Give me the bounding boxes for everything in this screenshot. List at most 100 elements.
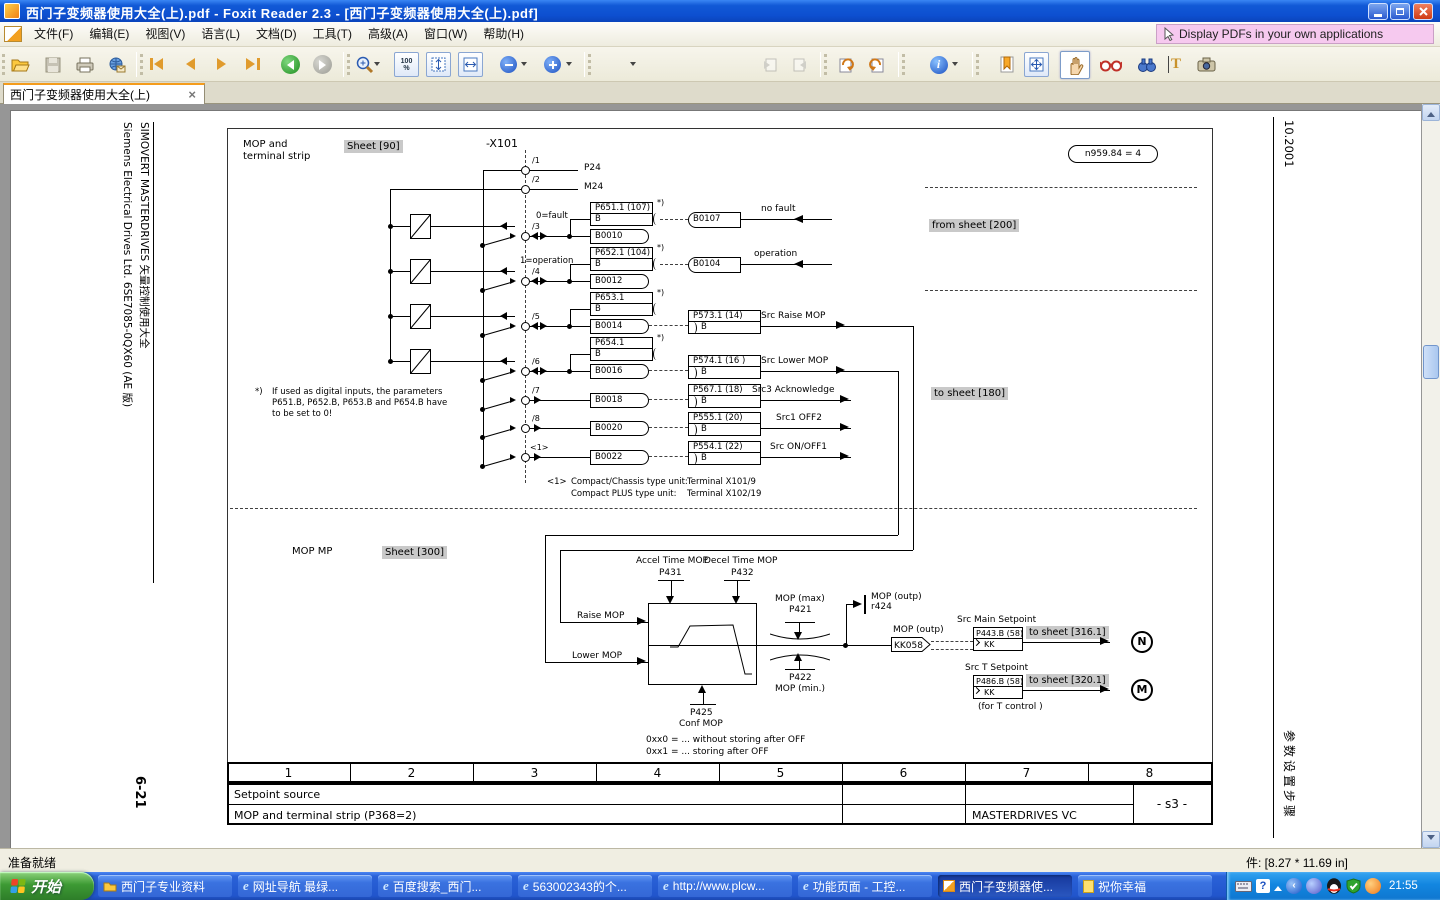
wire: [483, 170, 484, 466]
arrow: [510, 454, 516, 460]
arrow: [531, 367, 538, 375]
text-tool-button[interactable]: T: [1162, 52, 1187, 77]
info-button[interactable]: i: [926, 52, 951, 77]
start-button[interactable]: 开始: [0, 872, 94, 900]
help-tray-icon[interactable]: ?: [1256, 879, 1270, 893]
find-next-button[interactable]: [788, 52, 813, 77]
junction-dot: [388, 224, 393, 229]
shield-icon[interactable]: [1346, 878, 1361, 894]
find-caret[interactable]: [630, 62, 636, 69]
terminal-pin: [521, 396, 530, 405]
go-forward-button[interactable]: [310, 52, 335, 77]
binector-curve: [653, 258, 660, 270]
wire: [390, 189, 391, 361]
zoom-out-button[interactable]: [496, 52, 521, 77]
menu-window[interactable]: 窗口(W): [416, 22, 475, 47]
arrow: [840, 395, 849, 403]
wire: [570, 219, 590, 220]
qq-icon[interactable]: [1326, 878, 1342, 894]
binector-box: B0018: [590, 393, 649, 408]
fit-page-icon: [431, 57, 446, 72]
taskbar-item-foxit-active[interactable]: 西门子变频器使...: [938, 875, 1072, 897]
eyewear-button[interactable]: [1098, 52, 1123, 77]
last-page-button[interactable]: [240, 52, 265, 77]
taskbar-item-ie[interactable]: e 563002343的个...: [518, 875, 652, 897]
sheet-ref: to sheet [180]: [931, 387, 1008, 400]
menu-help[interactable]: 帮助(H): [475, 22, 532, 47]
promo-banner[interactable]: Display PDFs in your own applications: [1156, 24, 1434, 44]
fit-width-button[interactable]: [458, 52, 483, 77]
rotate-ccw-button[interactable]: [864, 52, 889, 77]
scroll-up-button[interactable]: [1422, 104, 1440, 121]
arrow: [1100, 685, 1109, 693]
taskbar-item-ie[interactable]: e 百度搜索_西门...: [378, 875, 512, 897]
fit-visible-button[interactable]: [1024, 52, 1049, 77]
menu-document[interactable]: 文档(D): [248, 22, 305, 47]
first-page-button[interactable]: [146, 52, 171, 77]
menu-file[interactable]: 文件(F): [26, 22, 81, 47]
close-icon: [1419, 7, 1428, 16]
table-line: [229, 804, 1133, 805]
vertical-scrollbar[interactable]: [1422, 104, 1440, 848]
zoom-out-caret[interactable]: [521, 62, 527, 69]
zoom-tool-caret[interactable]: [374, 62, 380, 69]
taskbar-item-folder[interactable]: 西门子专业资料: [98, 875, 232, 897]
snapshot-button[interactable]: [1194, 52, 1219, 77]
fit-page-button[interactable]: [426, 52, 451, 77]
print-button[interactable]: [72, 52, 97, 77]
menu-tools[interactable]: 工具(T): [305, 22, 360, 47]
email-button[interactable]: [104, 52, 129, 77]
menu-language[interactable]: 语言(L): [193, 22, 248, 47]
actual-size-button[interactable]: 100%: [394, 52, 419, 77]
restore-button[interactable]: [1390, 3, 1410, 20]
document-tab[interactable]: 西门子变频器使用大全(上) ×: [3, 83, 205, 104]
search-button[interactable]: [1134, 52, 1159, 77]
bookmark-button[interactable]: [994, 52, 1019, 77]
menu-edit[interactable]: 编辑(E): [81, 22, 137, 47]
go-back-button[interactable]: [278, 52, 303, 77]
wire: [483, 170, 521, 171]
menu-view[interactable]: 视图(V): [137, 22, 193, 47]
signal-label: MOP (outp): [893, 625, 944, 636]
taskbar-item-ie[interactable]: e http://www.plcw...: [658, 875, 792, 897]
cursor-icon: [1163, 27, 1175, 41]
zoom-in-button[interactable]: [540, 52, 565, 77]
save-button[interactable]: [40, 52, 65, 77]
arrow: [500, 267, 507, 275]
hidden-icons-chevron[interactable]: [1274, 882, 1282, 891]
open-button[interactable]: [8, 52, 33, 77]
hand-tool-button[interactable]: [1060, 51, 1090, 79]
taskbar-item-ie[interactable]: e 功能页面 - 工控...: [798, 875, 932, 897]
foxit-icon: [943, 880, 955, 892]
junction-dot: [480, 378, 485, 383]
zoom-in-caret[interactable]: [566, 62, 572, 69]
tray-icon-orange[interactable]: [1365, 878, 1381, 894]
minimize-button[interactable]: [1368, 3, 1388, 20]
next-page-button[interactable]: [209, 52, 234, 77]
signal-label: Src ON/OFF1: [770, 442, 827, 453]
sheet-ref: Sheet [90]: [344, 140, 403, 153]
toolbar: 100% Find: i T: [0, 47, 1440, 82]
close-button[interactable]: [1413, 3, 1433, 20]
prev-page-button[interactable]: [178, 52, 203, 77]
find-prev-button[interactable]: [756, 52, 781, 77]
taskbar-item-note[interactable]: 祝你幸福: [1078, 875, 1212, 897]
table-col: 1: [227, 766, 350, 780]
info-caret[interactable]: [952, 62, 958, 69]
wire: [1023, 690, 1110, 691]
tray-icon-ball[interactable]: [1306, 878, 1322, 894]
scroll-thumb[interactable]: [1423, 345, 1439, 379]
tab-close-icon[interactable]: ×: [188, 87, 196, 102]
footnote-text: If used as digital inputs, the parameter…: [272, 387, 442, 397]
taskbar-item-ie[interactable]: e 网址导航 最绿...: [238, 875, 372, 897]
wire: [761, 457, 851, 458]
keyboard-icon[interactable]: [1235, 881, 1252, 892]
tray-icon-blue[interactable]: ‹: [1286, 878, 1302, 894]
menu-advanced[interactable]: 高级(A): [360, 22, 416, 47]
wire: [761, 428, 851, 429]
param-label: P422: [789, 673, 812, 684]
pin-label: /3: [532, 222, 540, 232]
scroll-down-button[interactable]: [1422, 831, 1440, 848]
arrow: [500, 357, 507, 365]
rotate-cw-button[interactable]: [834, 52, 859, 77]
